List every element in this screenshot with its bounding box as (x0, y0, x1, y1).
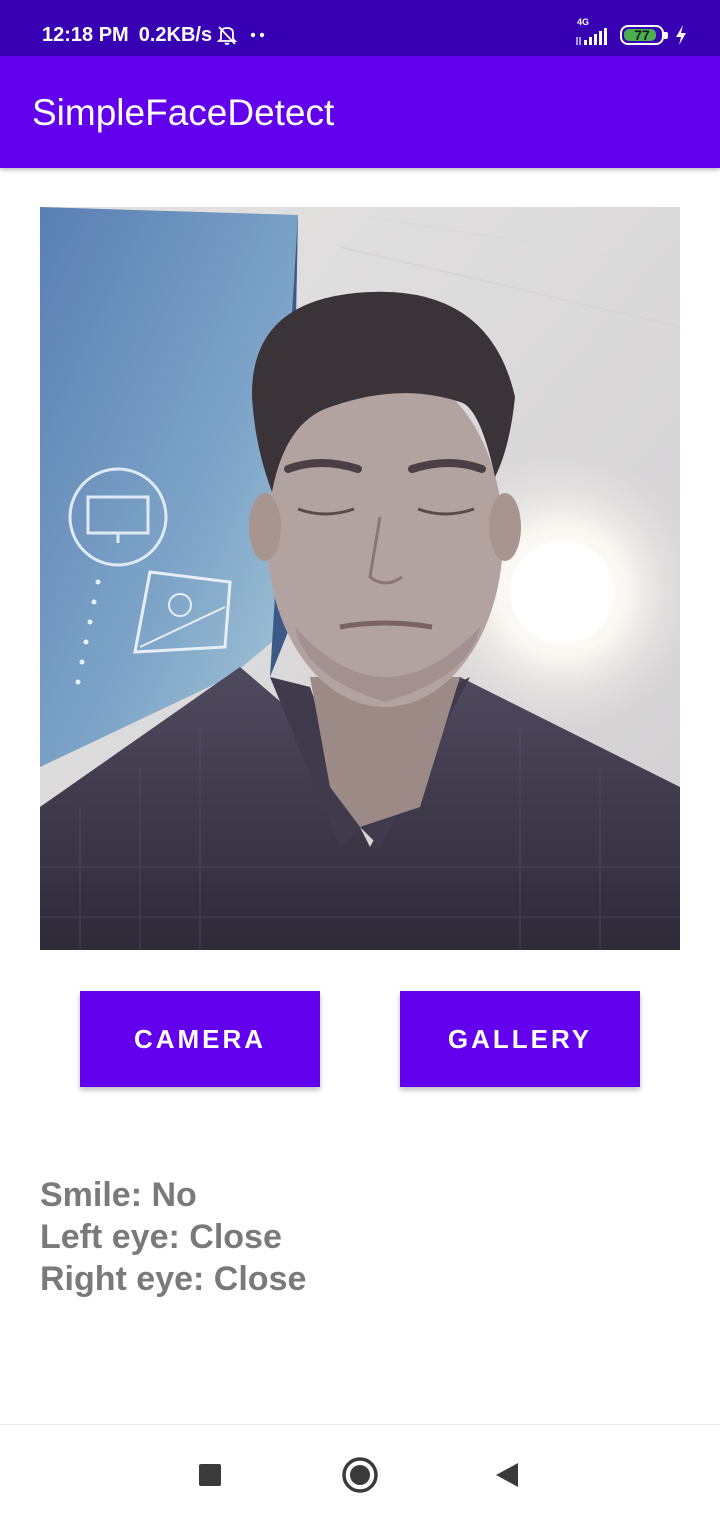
status-right: 4G 77 (574, 17, 688, 50)
detection-results: Smile: No Left eye: Close Right eye: Clo… (40, 1174, 306, 1300)
smile-result: Smile: No (40, 1176, 197, 1214)
navigation-bar (0, 1424, 720, 1520)
camera-button[interactable]: CAMERA (80, 991, 320, 1087)
gallery-button[interactable]: GALLERY (400, 991, 640, 1087)
home-icon[interactable] (340, 1455, 380, 1495)
battery-nub (664, 32, 668, 39)
back-icon[interactable] (488, 1455, 528, 1495)
net-speed: 0.2KB/s (138, 23, 213, 46)
recents-icon[interactable] (190, 1455, 230, 1495)
right-eye-result: Right eye: Close (40, 1260, 307, 1298)
app-title: SimpleFaceDetect (32, 92, 335, 133)
signal-icon: 4G (574, 17, 610, 47)
status-bar: 12:18 PM 0.2KB/s 4G 77 (0, 0, 720, 56)
more-dots-icon (248, 30, 268, 40)
app-bar: SimpleFaceDetect (0, 56, 720, 168)
status-time: 12:18 PM (42, 23, 129, 46)
notifications-off-icon (216, 24, 238, 46)
charging-bolt-icon (674, 24, 688, 46)
battery-icon: 77 (620, 25, 668, 45)
face-photo (40, 207, 680, 950)
left-eye-result: Left eye: Close (40, 1218, 282, 1256)
status-left: 12:18 PM 0.2KB/s (42, 20, 268, 50)
battery-level: 77 (634, 27, 650, 43)
